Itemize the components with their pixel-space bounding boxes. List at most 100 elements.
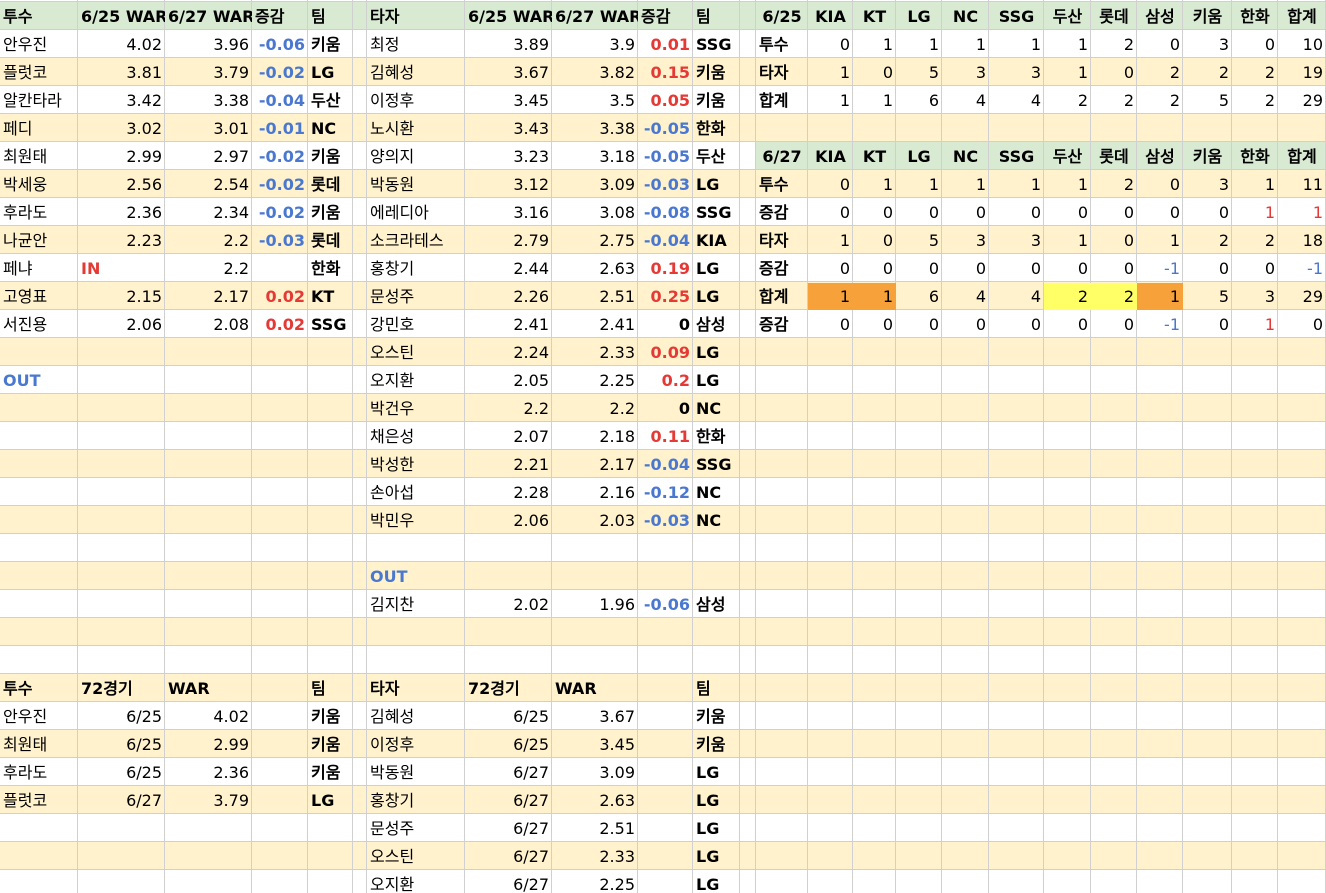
team-cell[interactable]: SSG xyxy=(693,199,740,226)
team-cell[interactable]: NC xyxy=(693,395,740,422)
war-delta[interactable]: -0.01 xyxy=(252,115,308,142)
team-count[interactable]: 0 xyxy=(1091,311,1137,338)
team-row-label[interactable]: 증감 xyxy=(756,255,808,282)
team-count[interactable]: 0 xyxy=(1278,311,1326,338)
out-label[interactable]: OUT xyxy=(0,367,78,394)
team-cell[interactable]: LG xyxy=(693,759,740,786)
team-cell[interactable]: SSG xyxy=(693,31,740,58)
header-cell[interactable]: 6/25 WAR xyxy=(78,3,165,30)
team-cell[interactable]: LG xyxy=(693,787,740,814)
team-count[interactable]: 1 xyxy=(1137,227,1183,254)
team-row-label[interactable]: 투수 xyxy=(756,31,808,58)
out-label[interactable]: OUT xyxy=(367,563,465,590)
war-delta[interactable]: 0.19 xyxy=(638,255,693,282)
war-value[interactable]: 4.02 xyxy=(165,703,252,730)
team-cell[interactable]: NC xyxy=(693,507,740,534)
pitcher-name[interactable]: 플럿코 xyxy=(0,59,78,86)
war-delta[interactable]: 0.09 xyxy=(638,339,693,366)
team-cell[interactable]: LG xyxy=(693,339,740,366)
war-627[interactable]: 2.2 xyxy=(165,255,252,282)
war-625[interactable]: 2.99 xyxy=(78,143,165,170)
header-cell[interactable]: SSG xyxy=(989,3,1044,30)
team-cell[interactable]: 키움 xyxy=(693,87,740,114)
game-date[interactable]: 6/25 xyxy=(78,703,165,730)
team-row-label[interactable]: 타자 xyxy=(756,227,808,254)
pitcher-name[interactable]: 고영표 xyxy=(0,283,78,310)
pitcher-name[interactable]: 페디 xyxy=(0,115,78,142)
team-cell[interactable]: 한화 xyxy=(308,255,353,282)
team-count[interactable]: 3 xyxy=(1232,283,1278,310)
team-count[interactable]: 0 xyxy=(853,311,896,338)
team-count[interactable]: 1 xyxy=(1232,199,1278,226)
team-cell[interactable]: 키움 xyxy=(308,143,353,170)
war-627[interactable]: 1.96 xyxy=(552,591,638,618)
team-count[interactable]: 0 xyxy=(853,227,896,254)
war-delta[interactable]: -0.02 xyxy=(252,199,308,226)
team-count[interactable]: 2 xyxy=(1044,87,1091,114)
team-cell[interactable]: KIA xyxy=(693,227,740,254)
war-625[interactable]: 3.81 xyxy=(78,59,165,86)
team-count[interactable]: 18 xyxy=(1278,227,1326,254)
batter-name[interactable]: 김혜성 xyxy=(367,703,465,730)
team-count[interactable]: 2 xyxy=(1183,227,1232,254)
team-cell[interactable]: 롯데 xyxy=(308,227,353,254)
team-cell[interactable]: LG xyxy=(693,871,740,893)
war-627[interactable]: 2.51 xyxy=(552,283,638,310)
pitcher-name[interactable]: 박세웅 xyxy=(0,171,78,198)
team-cell[interactable]: LG xyxy=(308,59,353,86)
batter-name[interactable]: 에레디아 xyxy=(367,199,465,226)
header-cell[interactable]: 두산 xyxy=(1044,3,1091,30)
header-cell[interactable]: 키움 xyxy=(1183,3,1232,30)
team-count[interactable]: 0 xyxy=(853,199,896,226)
war-value[interactable]: 2.99 xyxy=(165,731,252,758)
game-date[interactable]: 6/27 xyxy=(465,787,552,814)
batter-name[interactable]: 오스틴 xyxy=(367,339,465,366)
header-cell[interactable]: 6/25 WAR xyxy=(465,3,552,30)
game-date[interactable]: 6/27 xyxy=(465,843,552,870)
war-627[interactable]: 2.75 xyxy=(552,227,638,254)
war-627[interactable]: 2.63 xyxy=(552,255,638,282)
header-cell[interactable]: 6/27 WAR xyxy=(165,3,252,30)
war-value[interactable]: 3.79 xyxy=(165,787,252,814)
war-627[interactable]: 2.97 xyxy=(165,143,252,170)
war-625[interactable]: 3.23 xyxy=(465,143,552,170)
pitcher-name[interactable]: 후라도 xyxy=(0,199,78,226)
team-cell[interactable]: 키움 xyxy=(308,703,353,730)
team-count[interactable]: 2 xyxy=(1232,59,1278,86)
team-count[interactable]: 2 xyxy=(1232,87,1278,114)
war-627[interactable]: 3.09 xyxy=(552,171,638,198)
war-627[interactable]: 3.96 xyxy=(165,31,252,58)
war-delta[interactable]: -0.03 xyxy=(638,171,693,198)
war-delta[interactable]: 0 xyxy=(638,395,693,422)
team-cell[interactable]: 롯데 xyxy=(308,171,353,198)
war-627[interactable]: 2.17 xyxy=(165,283,252,310)
team-count[interactable]: 0 xyxy=(1044,311,1091,338)
team-count[interactable]: 0 xyxy=(808,171,853,198)
team-cell[interactable]: NC xyxy=(693,479,740,506)
war-delta[interactable]: -0.04 xyxy=(638,451,693,478)
team-count[interactable]: 5 xyxy=(1183,87,1232,114)
war-627[interactable]: 3.82 xyxy=(552,59,638,86)
header-cell[interactable]: 72경기 xyxy=(78,675,165,702)
team-count[interactable]: 0 xyxy=(1137,31,1183,58)
team-count[interactable]: 1 xyxy=(853,31,896,58)
header-cell[interactable]: WAR xyxy=(552,675,638,702)
war-delta[interactable]: 0 xyxy=(638,311,693,338)
war-value[interactable]: 3.45 xyxy=(552,731,638,758)
team-count[interactable]: 1 xyxy=(942,31,989,58)
team-count[interactable]: 0 xyxy=(1183,255,1232,282)
team-cell[interactable]: LG xyxy=(693,843,740,870)
header-cell[interactable]: 6/27 WAR xyxy=(552,3,638,30)
pitcher-name[interactable]: 안우진 xyxy=(0,31,78,58)
war-625[interactable]: 3.12 xyxy=(465,171,552,198)
pitcher-name[interactable]: 최원태 xyxy=(0,143,78,170)
war-delta[interactable]: 0.25 xyxy=(638,283,693,310)
team-count[interactable]: 0 xyxy=(896,255,942,282)
team-count[interactable]: 0 xyxy=(1183,311,1232,338)
team-cell[interactable]: 두산 xyxy=(308,87,353,114)
team-cell[interactable]: SSG xyxy=(693,451,740,478)
team-count[interactable]: 1 xyxy=(1137,283,1183,310)
war-627[interactable]: 2.25 xyxy=(552,367,638,394)
team-count[interactable]: 1 xyxy=(1044,31,1091,58)
header-cell[interactable]: 타자 xyxy=(367,675,465,702)
